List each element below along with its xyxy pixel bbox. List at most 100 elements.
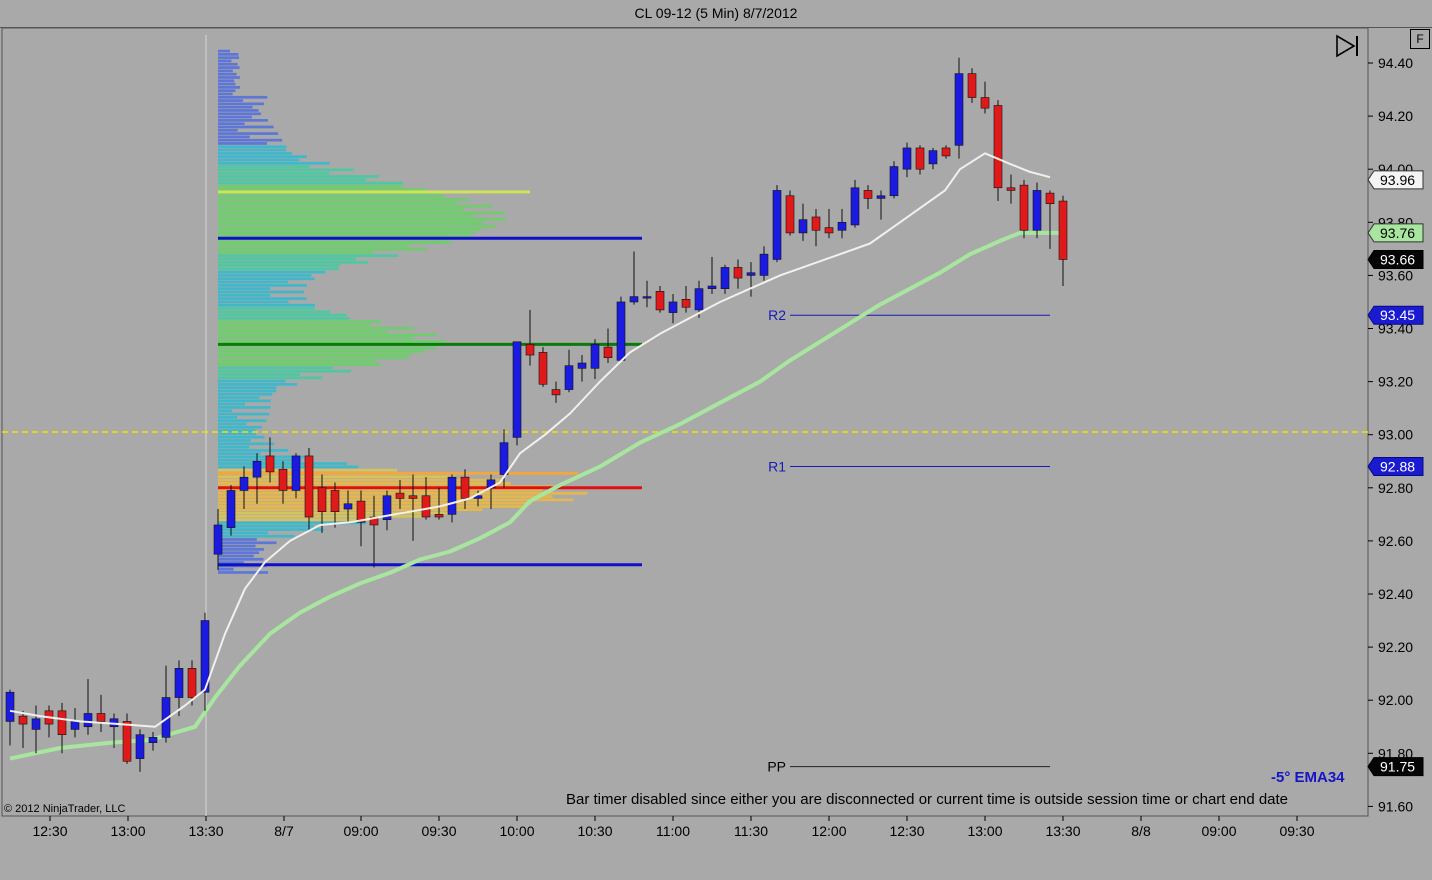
price-marker: 93.45 [1367,305,1424,325]
candle[interactable] [967,68,977,103]
candle[interactable] [616,296,626,361]
candle-body [993,105,1003,189]
profile-bar [218,190,530,194]
profile-bar [218,270,326,274]
candle[interactable] [577,355,587,382]
candle[interactable] [525,309,535,366]
candle[interactable] [1032,182,1042,239]
candle[interactable] [941,145,951,159]
candle[interactable] [83,678,93,735]
candle[interactable] [733,259,743,289]
profile-bar [218,82,236,86]
f-button[interactable]: F [1410,29,1430,49]
candle[interactable] [122,713,132,764]
candle[interactable] [746,262,756,297]
candle[interactable] [512,341,522,446]
candle[interactable] [720,264,730,294]
profile-bar [218,99,243,102]
candle[interactable] [772,185,782,263]
candle[interactable] [564,349,574,393]
profile-bar [218,383,298,386]
candle[interactable] [681,286,691,313]
profile-bar [218,386,277,390]
candle[interactable] [1006,174,1016,204]
profile-bar [218,293,271,297]
chart-canvas[interactable]: R2R1PP94.4094.2094.0093.8093.6093.4093.2… [0,0,1432,880]
profile-bar [218,356,407,360]
candle[interactable] [785,190,795,236]
candle[interactable] [629,251,639,305]
candle[interactable] [96,694,106,733]
profile-bar [218,76,240,79]
profile-bar [218,158,300,162]
candle[interactable] [213,509,223,571]
profile-bar [218,449,289,452]
candle[interactable] [759,246,769,281]
candle[interactable] [382,490,392,531]
candle[interactable] [70,708,80,738]
candle[interactable] [304,447,314,531]
candle[interactable] [18,710,28,748]
candle[interactable] [889,161,899,199]
profile-bar [218,92,233,96]
profile-bar [218,241,452,244]
candle[interactable] [668,293,678,324]
candle[interactable] [707,256,717,294]
candle[interactable] [135,729,145,772]
candle[interactable] [928,147,938,170]
candle[interactable] [1019,179,1029,239]
candle-body [5,691,15,722]
candle[interactable] [642,280,652,308]
candle[interactable] [980,81,990,114]
candle[interactable] [447,474,457,523]
profile-bar [218,247,427,251]
candle[interactable] [148,732,158,751]
candle[interactable] [798,203,808,241]
y-tick-label: 92.00 [1378,692,1413,708]
candle[interactable] [850,179,860,228]
candle[interactable] [44,705,54,738]
candle-body [330,490,340,512]
profile-bar [218,165,310,168]
candle[interactable] [5,689,15,746]
candle[interactable] [876,190,886,220]
candle[interactable] [655,286,665,313]
candle[interactable] [1045,190,1055,249]
candle-body [213,524,223,555]
candle[interactable] [902,142,912,178]
candle[interactable] [538,347,548,387]
candle[interactable] [824,209,834,239]
candle[interactable] [31,705,41,754]
candle[interactable] [200,612,210,711]
copyright-text: © 2012 NinjaTrader, LLC [4,803,126,815]
candle-body [135,734,145,759]
candle[interactable] [993,100,1003,202]
profile-bar [218,95,268,99]
candle[interactable] [915,145,925,175]
candle[interactable] [291,453,301,499]
candle[interactable] [811,209,821,247]
y-axis: 94.4094.2094.0093.8093.6093.4093.2093.00… [1368,55,1413,814]
profile-bar [218,435,265,439]
candle-body [785,195,795,234]
candle[interactable] [590,339,600,379]
profile-bar [218,505,523,508]
candle[interactable] [863,185,873,210]
scroll-to-end-icon[interactable] [1334,33,1362,59]
profile-bar [218,128,238,132]
profile-bar [218,498,574,502]
candle[interactable] [226,485,236,536]
candle[interactable] [1058,195,1068,287]
candle[interactable] [837,209,847,239]
candle[interactable] [954,57,964,159]
y-tick-label: 91.60 [1378,798,1413,814]
profile-bar [218,366,333,370]
candle-body [863,190,873,199]
candle-body [499,442,509,475]
profile-bar [218,277,315,281]
candle-body [967,73,977,98]
candle-body [265,455,275,473]
candle[interactable] [161,665,171,743]
profile-bar [218,501,532,505]
candle[interactable] [551,381,561,403]
